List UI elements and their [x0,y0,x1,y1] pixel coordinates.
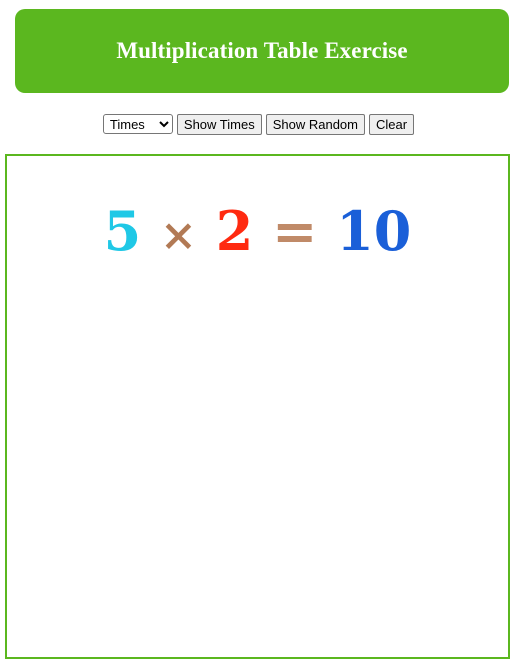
mode-select[interactable]: Times [102,114,173,134]
equation-result: 10 [336,199,412,263]
equation-equals: = [272,199,318,263]
exercise-board: 5 × 2 = 10 [5,154,510,659]
clear-button[interactable]: Clear [369,113,415,135]
show-random-button[interactable]: Show Random [265,113,365,135]
show-times-button[interactable]: Show Times [176,113,262,135]
equation-right-operand: 2 [215,199,254,263]
equation-display: 5 × 2 = 10 [7,196,508,266]
page-header: Multiplication Table Exercise [15,9,509,93]
page-title: Multiplication Table Exercise [116,38,408,63]
toolbar: Times Show Times Show Random Clear [0,113,517,135]
equation-operator: × [160,210,197,261]
equation-left-operand: 5 [103,199,142,263]
